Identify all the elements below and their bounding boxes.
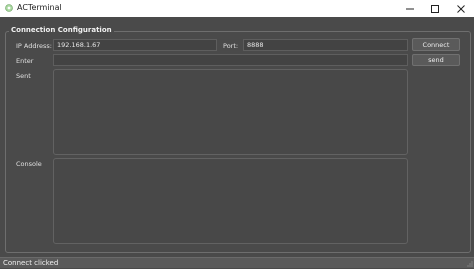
console-text-area[interactable] [53, 158, 408, 244]
minimize-icon [406, 8, 414, 9]
connect-button[interactable]: Connect [412, 38, 460, 51]
enter-input[interactable] [53, 54, 408, 66]
maximize-icon [431, 4, 439, 13]
sent-label: Sent [16, 72, 31, 80]
status-bar: Connect clicked [0, 257, 474, 268]
group-title: Connection Configuration [9, 26, 114, 34]
ip-address-label: IP Address: [16, 42, 52, 50]
ip-address-input[interactable]: 192.168.1.67 [53, 39, 217, 51]
console-label: Console [16, 160, 42, 168]
enter-label: Enter [16, 57, 34, 65]
close-button[interactable] [448, 0, 474, 17]
window-title: ACTerminal [17, 3, 62, 12]
size-grip-icon[interactable] [465, 259, 473, 267]
sent-text-area[interactable] [53, 69, 408, 155]
maximize-button[interactable] [422, 0, 448, 17]
port-input[interactable]: 8888 [243, 39, 408, 51]
send-button[interactable]: send [412, 54, 460, 66]
app-icon [5, 4, 13, 12]
close-icon [457, 4, 465, 13]
title-bar[interactable]: ACTerminal [0, 0, 474, 17]
minimize-button[interactable] [397, 0, 423, 17]
status-message: Connect clicked [3, 259, 59, 267]
port-label: Port: [223, 42, 239, 50]
